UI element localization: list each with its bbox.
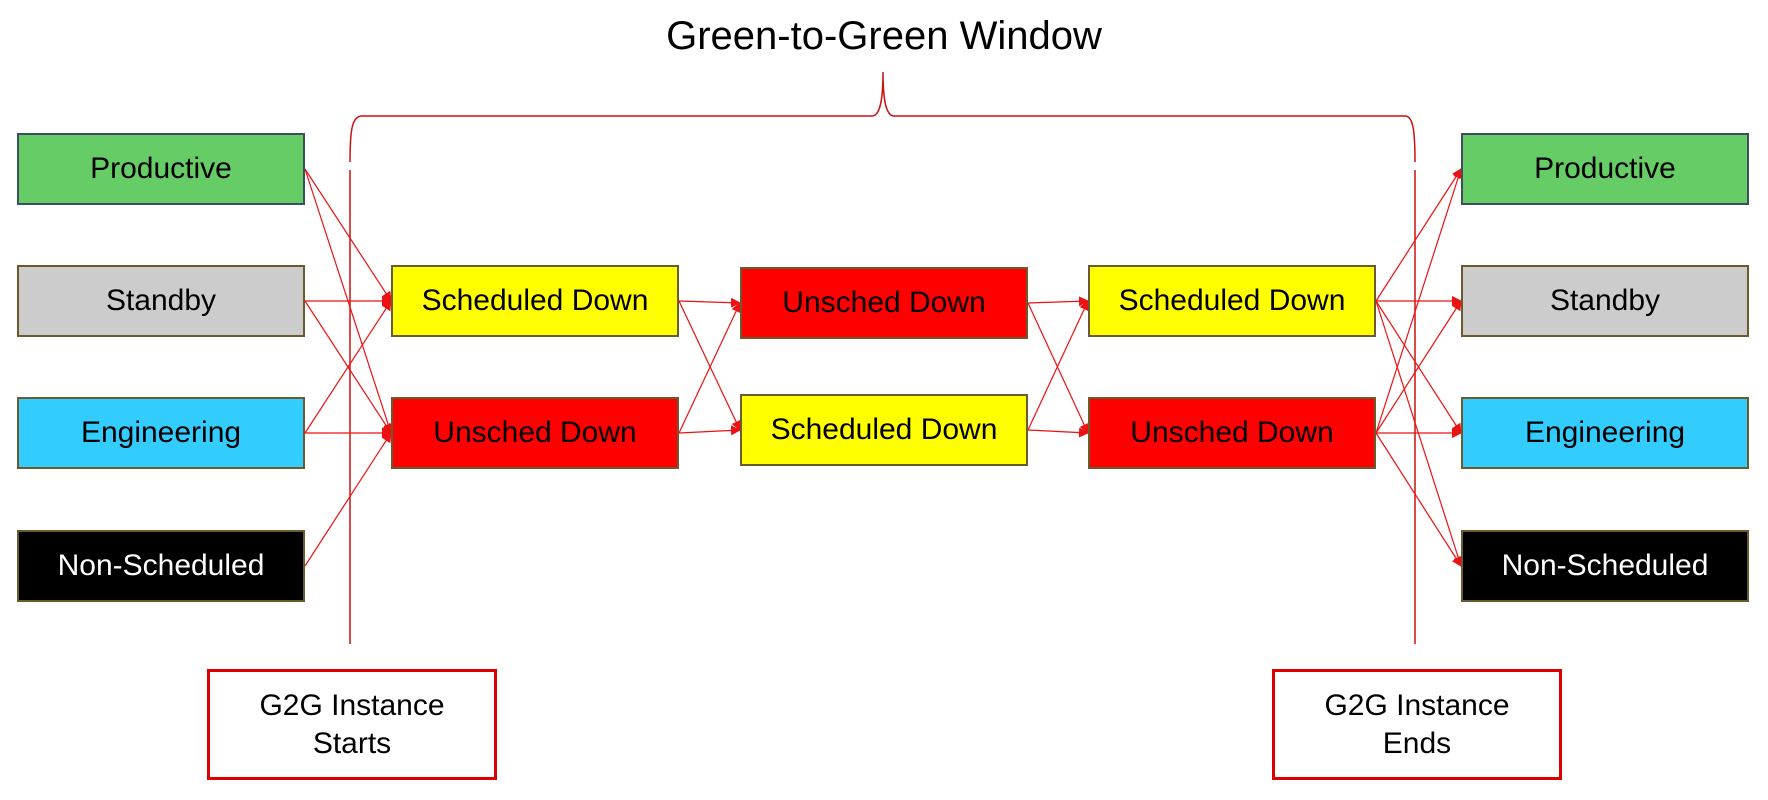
start-state-non-scheduled: Non-Scheduled	[17, 530, 305, 602]
arrow-D1-unsched-to-D2-sched	[678, 425, 741, 436]
window-bracket	[349, 71, 1416, 163]
node-label: Standby	[105, 284, 217, 317]
end-state-productive: Productive	[1461, 133, 1749, 205]
start-state-productive: Productive	[17, 133, 305, 205]
down2-unsched-down: Unsched Down	[740, 267, 1028, 339]
node-label: Productive	[1534, 152, 1676, 185]
end-state-engineering: Engineering	[1461, 397, 1749, 469]
down1-scheduled-down: Scheduled Down	[391, 265, 679, 337]
arrow-D1-sched-to-D2-unsched	[678, 297, 741, 308]
note-line: Ends	[1382, 726, 1452, 760]
node-label: Engineering	[1524, 416, 1686, 449]
node-label: Scheduled Down	[1118, 284, 1346, 317]
g2g-diagram: Green-to-Green Window Productive Standby…	[0, 0, 1768, 800]
node-label: Standby	[1549, 284, 1661, 317]
arrow-D3-unsched-to-R-nonsched	[1375, 432, 1462, 567]
node-label: Non-Scheduled	[57, 549, 265, 582]
note-line: Starts	[312, 726, 392, 760]
arrow-D2-sched-to-D3-sched	[1027, 300, 1089, 431]
node-label: Productive	[90, 152, 232, 185]
start-state-engineering: Engineering	[17, 397, 305, 469]
node-label: Unsched Down	[1130, 416, 1334, 449]
node-label: Unsched Down	[433, 416, 637, 449]
arrow-L-productive-to-D1-sched	[304, 168, 392, 302]
note-line: G2G Instance	[259, 688, 445, 722]
arrow-D3-sched-to-R-productive	[1375, 168, 1462, 302]
end-state-non-scheduled: Non-Scheduled	[1461, 530, 1749, 602]
node-label: Scheduled Down	[421, 284, 649, 317]
start-state-standby: Standby	[17, 265, 305, 337]
node-label: Scheduled Down	[770, 413, 998, 446]
node-label: Non-Scheduled	[1501, 549, 1709, 582]
transition-arrows	[304, 168, 1464, 567]
end-state-standby: Standby	[1461, 265, 1749, 337]
arrow-D2-unsched-to-D3-unsched	[1027, 302, 1089, 434]
arrow-D2-unsched-to-D3-sched	[1027, 296, 1089, 307]
note-line: G2G Instance	[1324, 688, 1510, 722]
arrow-D2-sched-to-D3-unsched	[1027, 427, 1089, 438]
down2-scheduled-down: Scheduled Down	[740, 394, 1028, 466]
node-label: Engineering	[80, 416, 242, 449]
arrow-L-nonsched-to-D1-unsched	[304, 432, 392, 567]
arrow-D1-sched-to-D2-sched	[678, 300, 741, 431]
down3-unsched-down: Unsched Down	[1088, 397, 1376, 469]
g2g-instance-ends-note: G2G Instance Ends	[1272, 669, 1562, 780]
arrow-D1-unsched-to-D2-unsched	[678, 302, 741, 434]
node-label: Unsched Down	[782, 286, 986, 319]
diagram-title: Green-to-Green Window	[666, 14, 1102, 58]
down1-unsched-down: Unsched Down	[391, 397, 679, 469]
down3-scheduled-down: Scheduled Down	[1088, 265, 1376, 337]
g2g-instance-starts-note: G2G Instance Starts	[207, 669, 497, 780]
